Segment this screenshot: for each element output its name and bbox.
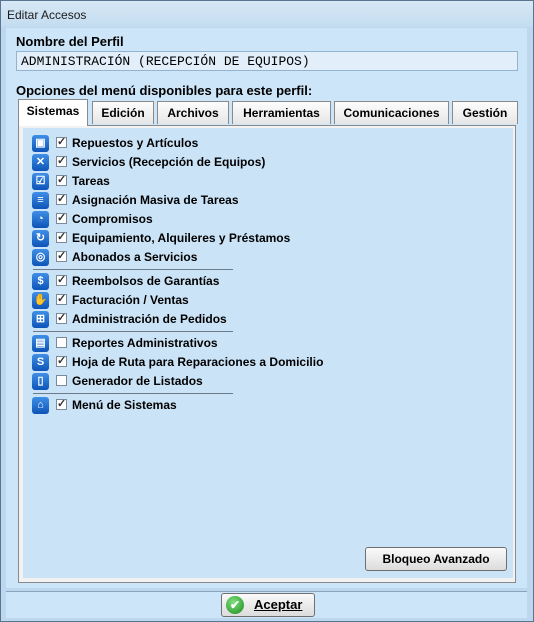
option-tareas[interactable]: ☑ Tareas <box>26 172 326 191</box>
perfil-name-field[interactable]: ADMINISTRACIÓN (RECEPCIÓN DE EQUIPOS) <box>16 51 518 71</box>
clock-icon: ◔ <box>32 211 49 228</box>
option-checkbox[interactable] <box>56 211 67 224</box>
option-checkbox[interactable] <box>56 311 67 324</box>
option-facturacion[interactable]: ✋ Facturación / Ventas <box>26 291 326 310</box>
option-checkbox[interactable] <box>56 192 67 205</box>
group-divider <box>33 331 233 332</box>
option-checkbox[interactable] <box>56 154 67 167</box>
option-equipamiento[interactable]: ↻ Equipamiento, Alquileres y Préstamos <box>26 229 326 248</box>
task-icon: ☑ <box>32 173 49 190</box>
option-pedidos[interactable]: ⊞ Administración de Pedidos <box>26 310 326 329</box>
option-abonados[interactable]: ◎ Abonados a Servicios <box>26 248 326 267</box>
option-checkbox[interactable] <box>56 397 67 410</box>
reports-icon: ▤ <box>32 335 49 352</box>
option-servicios[interactable]: ✕ Servicios (Recepción de Equipos) <box>26 153 326 172</box>
group-divider <box>33 269 233 270</box>
tab-herramientas[interactable]: Herramientas <box>232 101 331 124</box>
window-title: Editar Accesos <box>7 8 87 22</box>
hand-money-icon: ✋ <box>32 292 49 309</box>
option-reportes[interactable]: ▤ Reportes Administrativos <box>26 334 326 353</box>
tab-panel-sistemas: ▣ Repuestos y Artículos ✕ Servicios (Rec… <box>18 125 516 583</box>
option-checkbox[interactable] <box>56 273 67 286</box>
cart-icon: ⊞ <box>32 311 49 328</box>
aceptar-label: Aceptar <box>254 597 303 612</box>
document-icon: ▯ <box>32 373 49 390</box>
refund-icon: $ <box>32 273 49 290</box>
tab-sistemas[interactable]: Sistemas <box>18 99 88 126</box>
option-hoja-de-ruta[interactable]: S Hoja de Ruta para Reparaciones a Domic… <box>26 353 326 372</box>
option-menu-sistemas[interactable]: ⌂ Menú de Sistemas <box>26 396 326 415</box>
option-checkbox[interactable] <box>56 375 67 386</box>
bloqueo-avanzado-button[interactable]: Bloqueo Avanzado <box>365 547 507 571</box>
title-bar[interactable]: Editar Accesos <box>1 1 533 27</box>
box-icon: ▣ <box>32 135 49 152</box>
tools-icon: ✕ <box>32 154 49 171</box>
list-assign-icon: ≡ <box>32 192 49 209</box>
option-checkbox[interactable] <box>56 337 67 348</box>
editar-accesos-window: Editar Accesos Nombre del Perfil ADMINIS… <box>0 0 534 622</box>
dialog-footer: ✔ Aceptar <box>6 591 527 618</box>
perfil-label: Nombre del Perfil <box>16 34 124 49</box>
option-checkbox[interactable] <box>56 249 67 262</box>
route-icon: S <box>32 354 49 371</box>
menu-options-list: ▣ Repuestos y Artículos ✕ Servicios (Rec… <box>23 128 513 578</box>
tab-archivos[interactable]: Archivos <box>157 101 229 124</box>
option-checkbox[interactable] <box>56 292 67 305</box>
option-compromisos[interactable]: ◔ Compromisos <box>26 210 326 229</box>
option-checkbox[interactable] <box>56 230 67 243</box>
opciones-label: Opciones del menú disponibles para este … <box>16 83 313 98</box>
cycle-icon: ↻ <box>32 230 49 247</box>
tab-gestion[interactable]: Gestión <box>452 101 518 124</box>
option-checkbox[interactable] <box>56 354 67 367</box>
tab-comunicaciones[interactable]: Comunicaciones <box>334 101 449 124</box>
subscriber-icon: ◎ <box>32 249 49 266</box>
tab-edicion[interactable]: Edición <box>92 101 154 124</box>
aceptar-button[interactable]: ✔ Aceptar <box>221 593 315 617</box>
option-asignacion-masiva[interactable]: ≡ Asignación Masiva de Tareas <box>26 191 326 210</box>
option-reembolsos[interactable]: $ Reembolsos de Garantías <box>26 272 326 291</box>
option-checkbox[interactable] <box>56 135 67 148</box>
group-divider <box>33 393 233 394</box>
check-circle-icon: ✔ <box>226 596 244 614</box>
home-icon: ⌂ <box>32 397 49 414</box>
option-checkbox[interactable] <box>56 173 67 186</box>
dialog-body: Nombre del Perfil ADMINISTRACIÓN (RECEPC… <box>6 28 527 588</box>
option-repuestos[interactable]: ▣ Repuestos y Artículos <box>26 134 326 153</box>
option-generador-listados[interactable]: ▯ Generador de Listados <box>26 372 326 391</box>
